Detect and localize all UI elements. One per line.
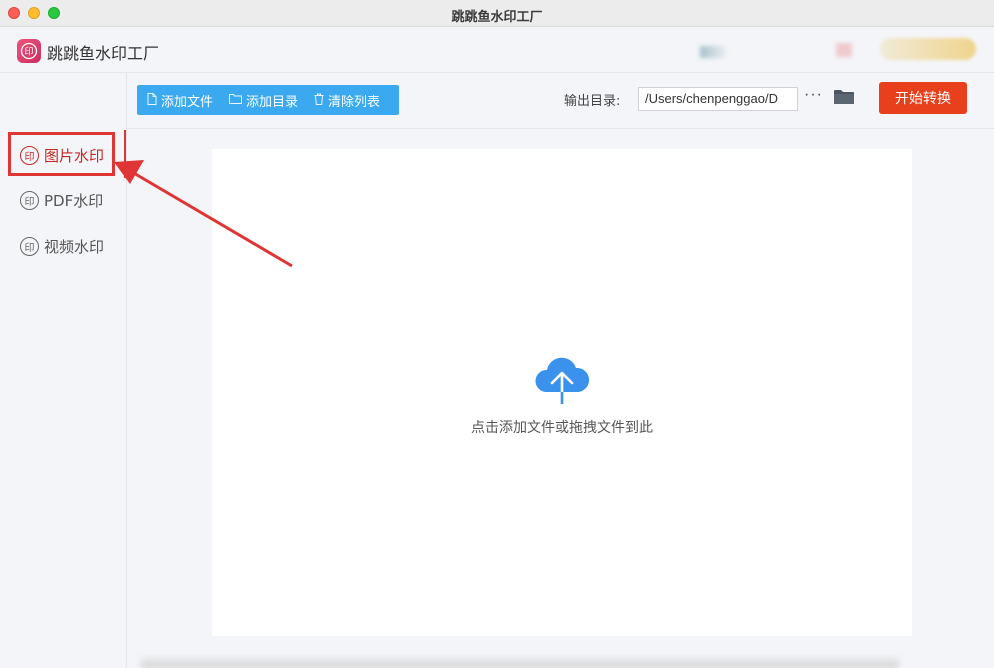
trash-icon [314, 93, 324, 108]
clear-list-label: 清除列表 [328, 94, 381, 110]
window-title: 跳跳鱼水印工厂 [451, 10, 543, 25]
app-window: 跳跳鱼水印工厂 印 跳跳鱼水印工厂 印 图片水印 印 PDF水印 印 视频水印 [0, 0, 994, 668]
add-directory-button[interactable]: 添加目录 [229, 91, 298, 110]
file-button-group: 添加文件 添加目录 清除列表 [137, 85, 399, 115]
seal-icon: 印 [20, 191, 39, 210]
app-header: 印 跳跳鱼水印工厂 [0, 27, 994, 73]
cloud-upload-icon [532, 354, 592, 406]
svg-text:印: 印 [24, 46, 33, 58]
bottom-shadow [140, 655, 900, 668]
add-directory-label: 添加目录 [246, 94, 299, 110]
output-directory-input[interactable]: /Users/chenpenggao/D [638, 87, 798, 111]
sidebar-item-label: PDF水印 [44, 192, 104, 210]
more-options-button[interactable]: ··· [804, 86, 823, 104]
output-directory-label: 输出目录: [564, 94, 621, 109]
clear-list-button[interactable]: 清除列表 [314, 91, 380, 110]
folder-icon [229, 93, 243, 107]
app-logo-icon: 印 [17, 39, 41, 63]
toolbar: 添加文件 添加目录 清除列表 输出目录: /Users/chenpenggao/… [127, 73, 994, 129]
open-folder-icon[interactable] [834, 89, 854, 105]
blurred-header-element [836, 43, 852, 57]
blurred-header-element [700, 46, 726, 58]
add-file-button[interactable]: 添加文件 [147, 91, 213, 110]
drop-hint-text: 点击添加文件或拖拽文件到此 [471, 420, 653, 436]
file-drop-area[interactable]: 点击添加文件或拖拽文件到此 [212, 149, 912, 636]
sidebar-item-video-watermark[interactable]: 印 视频水印 [20, 236, 104, 257]
add-file-label: 添加文件 [161, 94, 214, 110]
annotation-divider-line [124, 130, 126, 178]
sidebar-item-label: 视频水印 [44, 238, 105, 256]
annotation-highlight-box [8, 132, 115, 176]
title-bar: 跳跳鱼水印工厂 [0, 0, 994, 27]
blurred-account-badge[interactable] [880, 38, 976, 60]
seal-icon: 印 [20, 237, 39, 256]
start-convert-button[interactable]: 开始转换 [879, 82, 967, 114]
file-icon [147, 92, 157, 108]
sidebar-item-pdf-watermark[interactable]: 印 PDF水印 [20, 190, 103, 211]
app-name: 跳跳鱼水印工厂 [47, 44, 160, 63]
